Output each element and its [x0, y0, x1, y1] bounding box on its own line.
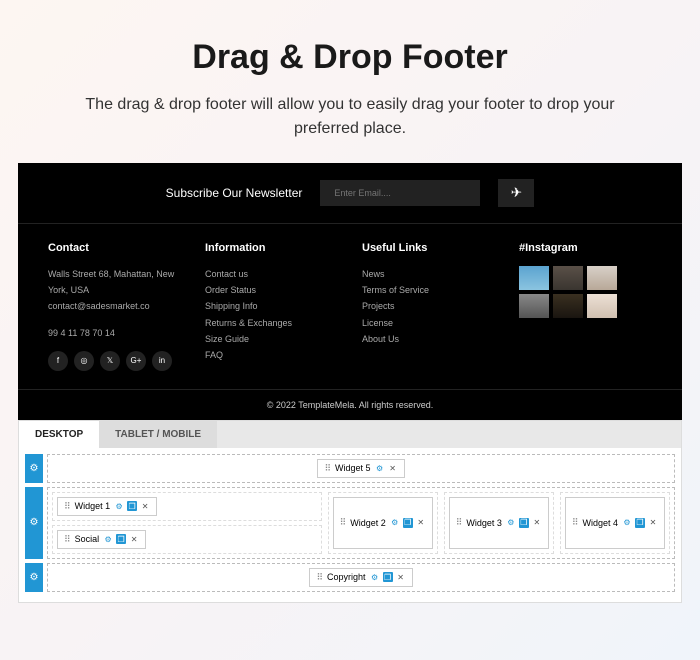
twitter-icon[interactable]: 𝕏 [100, 351, 120, 371]
instagram-heading: #Instagram [519, 242, 652, 254]
device-tabs: DESKTOP TABLET / MOBILE [19, 421, 681, 448]
footer-col-useful: Useful Links News Terms of Service Proje… [362, 242, 495, 371]
info-link[interactable]: Size Guide [205, 331, 338, 347]
useful-link[interactable]: License [362, 315, 495, 331]
newsletter-label: Subscribe Our Newsletter [166, 186, 303, 200]
duplicate-icon[interactable]: ❐ [403, 518, 413, 528]
widget-block[interactable]: ⠿Widget 3 ⚙❐✕ [449, 497, 549, 549]
widget-label: Widget 2 [350, 518, 386, 528]
drag-icon: ⠿ [572, 517, 579, 528]
widget-label: Widget 4 [582, 518, 618, 528]
page-title: Drag & Drop Footer [0, 38, 700, 77]
gear-icon: ⚙ [30, 572, 39, 583]
gear-icon[interactable]: ⚙ [114, 501, 124, 511]
close-icon[interactable]: ✕ [140, 501, 150, 511]
footer-col-instagram: #Instagram [519, 242, 652, 371]
close-icon[interactable]: ✕ [129, 534, 139, 544]
info-link[interactable]: Returns & Exchanges [205, 315, 338, 331]
builder-row: ⚙ ⠿ Widget 5 ⚙✕ [25, 454, 675, 483]
newsletter-submit-button[interactable]: ✈ [498, 179, 534, 207]
info-link[interactable]: FAQ [205, 347, 338, 363]
builder-row: ⚙ ⠿Widget 1⚙❐✕ ⠿Social⚙❐✕ ⠿Widget 2⚙❐✕ ⠿… [25, 487, 675, 559]
gear-icon[interactable]: ⚙ [506, 518, 516, 528]
gear-icon: ⚙ [30, 517, 39, 528]
duplicate-icon[interactable]: ❐ [116, 534, 126, 544]
gear-icon[interactable]: ⚙ [370, 572, 380, 582]
contact-phone: 99 4 11 78 70 14 [48, 325, 181, 341]
information-heading: Information [205, 242, 338, 254]
widget-label: Widget 1 [75, 501, 111, 511]
duplicate-icon[interactable]: ❐ [635, 518, 645, 528]
widget-label: Widget 3 [466, 518, 502, 528]
layout-builder: DESKTOP TABLET / MOBILE ⚙ ⠿ Widget 5 ⚙✕ … [18, 420, 682, 603]
gear-icon[interactable]: ⚙ [390, 518, 400, 528]
instagram-thumb[interactable] [553, 294, 583, 318]
row-settings-handle[interactable]: ⚙ [25, 487, 43, 559]
info-link[interactable]: Order Status [205, 282, 338, 298]
gear-icon: ⚙ [30, 463, 39, 474]
drag-icon: ⠿ [64, 501, 71, 512]
useful-link[interactable]: News [362, 266, 495, 282]
newsletter-bar: Subscribe Our Newsletter ✈ [18, 163, 682, 224]
drag-icon: ⠿ [340, 517, 347, 528]
instagram-thumb[interactable] [519, 294, 549, 318]
tab-tablet-mobile[interactable]: TABLET / MOBILE [99, 421, 217, 448]
info-link[interactable]: Shipping Info [205, 298, 338, 314]
newsletter-email-input[interactable] [320, 180, 480, 206]
footer-preview: Subscribe Our Newsletter ✈ Contact Walls… [18, 163, 682, 420]
contact-heading: Contact [48, 242, 181, 254]
row-settings-handle[interactable]: ⚙ [25, 563, 43, 592]
widget-label: Copyright [327, 572, 366, 582]
close-icon[interactable]: ✕ [388, 463, 398, 473]
instagram-thumb[interactable] [519, 266, 549, 290]
instagram-thumb[interactable] [587, 294, 617, 318]
footer-col-information: Information Contact us Order Status Ship… [205, 242, 338, 371]
page-subtitle: The drag & drop footer will allow you to… [0, 93, 700, 141]
gear-icon[interactable]: ⚙ [622, 518, 632, 528]
close-icon[interactable]: ✕ [648, 518, 658, 528]
copyright-text: © 2022 TemplateMela. All rights reserved… [18, 389, 682, 420]
linkedin-icon[interactable]: in [152, 351, 172, 371]
duplicate-icon[interactable]: ❐ [383, 572, 393, 582]
useful-heading: Useful Links [362, 242, 495, 254]
instagram-icon[interactable]: ◎ [74, 351, 94, 371]
drag-icon: ⠿ [316, 572, 323, 583]
widget-block[interactable]: ⠿ Copyright ⚙❐✕ [309, 568, 412, 587]
contact-address: Walls Street 68, Mahattan, New York, USA [48, 266, 181, 298]
contact-email: contact@sadesmarket.co [48, 298, 181, 314]
duplicate-icon[interactable]: ❐ [127, 501, 137, 511]
instagram-thumb[interactable] [553, 266, 583, 290]
send-icon: ✈ [511, 185, 522, 201]
duplicate-icon[interactable]: ❐ [519, 518, 529, 528]
instagram-thumb[interactable] [587, 266, 617, 290]
useful-link[interactable]: Projects [362, 298, 495, 314]
info-link[interactable]: Contact us [205, 266, 338, 282]
widget-block[interactable]: ⠿ Widget 1⚙❐✕ [57, 497, 157, 516]
googleplus-icon[interactable]: G+ [126, 351, 146, 371]
footer-col-contact: Contact Walls Street 68, Mahattan, New Y… [48, 242, 181, 371]
widget-block[interactable]: ⠿ Widget 5 ⚙✕ [317, 459, 404, 478]
widget-label: Social [75, 534, 100, 544]
facebook-icon[interactable]: f [48, 351, 68, 371]
gear-icon[interactable]: ⚙ [103, 534, 113, 544]
tab-desktop[interactable]: DESKTOP [19, 421, 99, 448]
useful-link[interactable]: About Us [362, 331, 495, 347]
close-icon[interactable]: ✕ [396, 572, 406, 582]
widget-block[interactable]: ⠿ Social⚙❐✕ [57, 530, 146, 549]
drag-icon: ⠿ [64, 534, 71, 545]
useful-link[interactable]: Terms of Service [362, 282, 495, 298]
gear-icon[interactable]: ⚙ [375, 463, 385, 473]
close-icon[interactable]: ✕ [532, 518, 542, 528]
drag-icon: ⠿ [456, 517, 463, 528]
row-settings-handle[interactable]: ⚙ [25, 454, 43, 483]
widget-block[interactable]: ⠿Widget 2 ⚙❐✕ [333, 497, 433, 549]
drag-icon: ⠿ [324, 463, 331, 474]
widget-block[interactable]: ⠿Widget 4 ⚙❐✕ [565, 497, 665, 549]
builder-row: ⚙ ⠿ Copyright ⚙❐✕ [25, 563, 675, 592]
widget-label: Widget 5 [335, 463, 371, 473]
close-icon[interactable]: ✕ [416, 518, 426, 528]
